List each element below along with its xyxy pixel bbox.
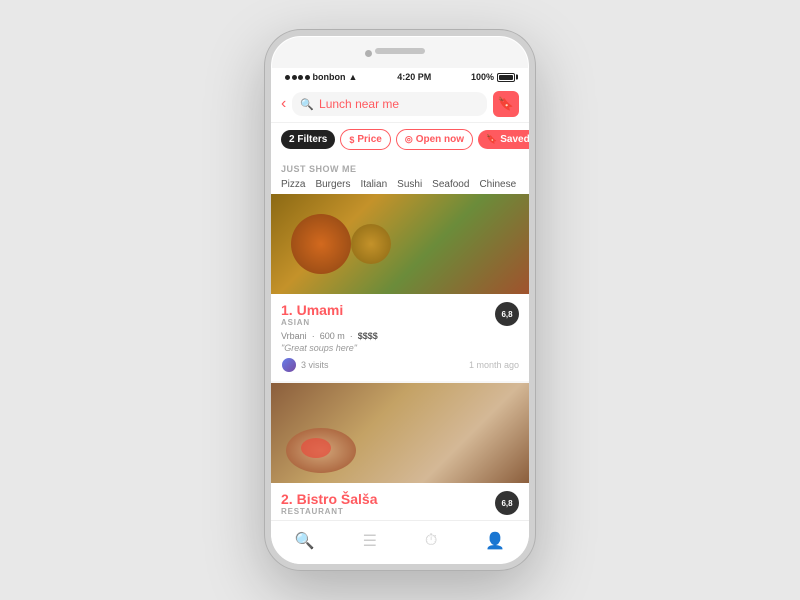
bookmark-icon: 🔖	[498, 96, 514, 112]
rank-1: 1.	[281, 302, 297, 318]
signal-indicator	[285, 75, 310, 80]
quote-1: "Great soups here"	[281, 343, 519, 353]
price-1: $$$$	[358, 331, 378, 341]
filter-bar: 2 Filters $ Price ◎ Open now 🔖 Saved	[271, 123, 529, 156]
power-button[interactable]	[533, 144, 535, 184]
battery-icon	[497, 73, 515, 82]
volume-down-button[interactable]	[265, 164, 267, 192]
nav-list[interactable]: ☰	[363, 531, 377, 551]
status-time: 4:20 PM	[397, 72, 431, 82]
category-list: Pizza Burgers Italian Sushi Seafood Chin…	[281, 179, 519, 190]
restaurant-name-2: 2. Bistro Šalša RESTAURANT	[281, 491, 378, 520]
phone-screen: bonbon ▲ 4:20 PM 100% ‹ 🔍 Lunch near me	[271, 68, 529, 564]
restaurant-info-1: 1. Umami ASIAN 6,8 Vrbani · 600 m · $$$$…	[271, 294, 529, 381]
restaurant-title-1: 1. Umami	[281, 302, 343, 318]
restaurant-image-1	[271, 194, 529, 294]
restaurant-header-2: 2. Bistro Šalša RESTAURANT 6,8	[281, 491, 519, 520]
location-1: Vrbani	[281, 331, 307, 341]
restaurant-card-2[interactable]: 2. Bistro Šalša RESTAURANT 6,8 Donji Gra…	[271, 383, 529, 521]
just-show-me-section: JUST SHOW ME Pizza Burgers Italian Sushi…	[271, 156, 529, 194]
visit-info-1: 3 visits	[281, 357, 329, 373]
just-show-me-label: JUST SHOW ME	[281, 164, 519, 174]
filters-label: 2 Filters	[289, 134, 327, 145]
restaurant-info-2: 2. Bistro Šalša RESTAURANT 6,8 Donji Gra…	[271, 483, 529, 521]
restaurant-name-1: 1. Umami ASIAN	[281, 302, 343, 331]
restaurant-image-2	[271, 383, 529, 483]
nav-history[interactable]: ⏱	[425, 532, 437, 550]
category-sushi[interactable]: Sushi	[397, 179, 422, 190]
price-label: Price	[357, 134, 381, 145]
signal-dot-3	[298, 75, 303, 80]
restaurant-list: 1. Umami ASIAN 6,8 Vrbani · 600 m · $$$$…	[271, 194, 529, 521]
clock-icon: ◎	[405, 134, 413, 145]
battery-percentage: 100%	[471, 72, 494, 82]
carrier-name: bonbon	[313, 72, 346, 82]
restaurant-header-1: 1. Umami ASIAN 6,8	[281, 302, 519, 331]
status-bar: bonbon ▲ 4:20 PM 100%	[271, 68, 529, 86]
signal-dot-4	[305, 75, 310, 80]
search-text: Lunch near me	[319, 97, 479, 111]
restaurant-type-1: ASIAN	[281, 318, 343, 327]
nav-search[interactable]: 🔍	[295, 531, 315, 551]
search-nav-icon: 🔍	[295, 531, 315, 551]
signal-dot-2	[292, 75, 297, 80]
status-left: bonbon ▲	[285, 72, 357, 82]
time-ago-1: 1 month ago	[469, 360, 519, 370]
search-icon: 🔍	[300, 98, 314, 111]
phone-frame: bonbon ▲ 4:20 PM 100% ‹ 🔍 Lunch near me	[265, 30, 535, 570]
category-seafood[interactable]: Seafood	[432, 179, 469, 190]
saved-label: Saved	[500, 134, 529, 145]
battery-fill	[499, 75, 513, 80]
restaurant-title-2: 2. Bistro Šalša	[281, 491, 378, 507]
category-pizza[interactable]: Pizza	[281, 179, 305, 190]
bottom-nav: 🔍 ☰ ⏱ 👤	[271, 520, 529, 564]
search-input-container[interactable]: 🔍 Lunch near me	[292, 92, 487, 116]
saved-filter-chip[interactable]: 🔖 Saved	[478, 130, 529, 149]
search-context: near me	[352, 97, 399, 111]
search-bar: ‹ 🔍 Lunch near me 🔖	[271, 86, 529, 123]
rating-badge-2: 6,8	[495, 491, 519, 515]
volume-up-button[interactable]	[265, 126, 267, 154]
restaurant-footer-1: 3 visits 1 month ago	[281, 357, 519, 373]
wifi-icon: ▲	[349, 72, 358, 82]
nav-profile[interactable]: 👤	[485, 531, 505, 551]
list-nav-icon: ☰	[363, 531, 377, 551]
avatar-1	[281, 357, 297, 373]
restaurant-type-2: RESTAURANT	[281, 507, 378, 516]
category-italian[interactable]: Italian	[360, 179, 387, 190]
name-1: Umami	[297, 302, 344, 318]
separator-1: ·	[312, 331, 315, 341]
separator-2: ·	[350, 331, 353, 341]
category-chinese[interactable]: Chinese	[479, 179, 516, 190]
history-nav-icon: ⏱	[425, 532, 437, 550]
phone-speaker	[375, 48, 425, 54]
profile-nav-icon: 👤	[485, 531, 505, 551]
open-now-label: Open now	[416, 134, 464, 145]
distance-1: 600 m	[320, 331, 345, 341]
open-now-filter-chip[interactable]: ◎ Open now	[396, 129, 473, 150]
signal-dot-1	[285, 75, 290, 80]
restaurant-card-1[interactable]: 1. Umami ASIAN 6,8 Vrbani · 600 m · $$$$…	[271, 194, 529, 381]
status-right: 100%	[471, 72, 515, 82]
rank-2: 2.	[281, 491, 297, 507]
bookmark-button[interactable]: 🔖	[493, 91, 519, 117]
phone-camera	[365, 50, 372, 57]
category-burgers[interactable]: Burgers	[315, 179, 350, 190]
visits-1: 3 visits	[301, 360, 329, 370]
rating-badge-1: 6,8	[495, 302, 519, 326]
back-button[interactable]: ‹	[281, 96, 286, 112]
restaurant-meta-1: Vrbani · 600 m · $$$$	[281, 331, 519, 341]
search-keyword: Lunch	[319, 97, 352, 111]
filters-chip[interactable]: 2 Filters	[281, 130, 335, 149]
dollar-icon: $	[349, 135, 354, 145]
name-2: Bistro Šalša	[297, 491, 378, 507]
saved-icon: 🔖	[486, 134, 497, 145]
price-filter-chip[interactable]: $ Price	[340, 129, 390, 150]
